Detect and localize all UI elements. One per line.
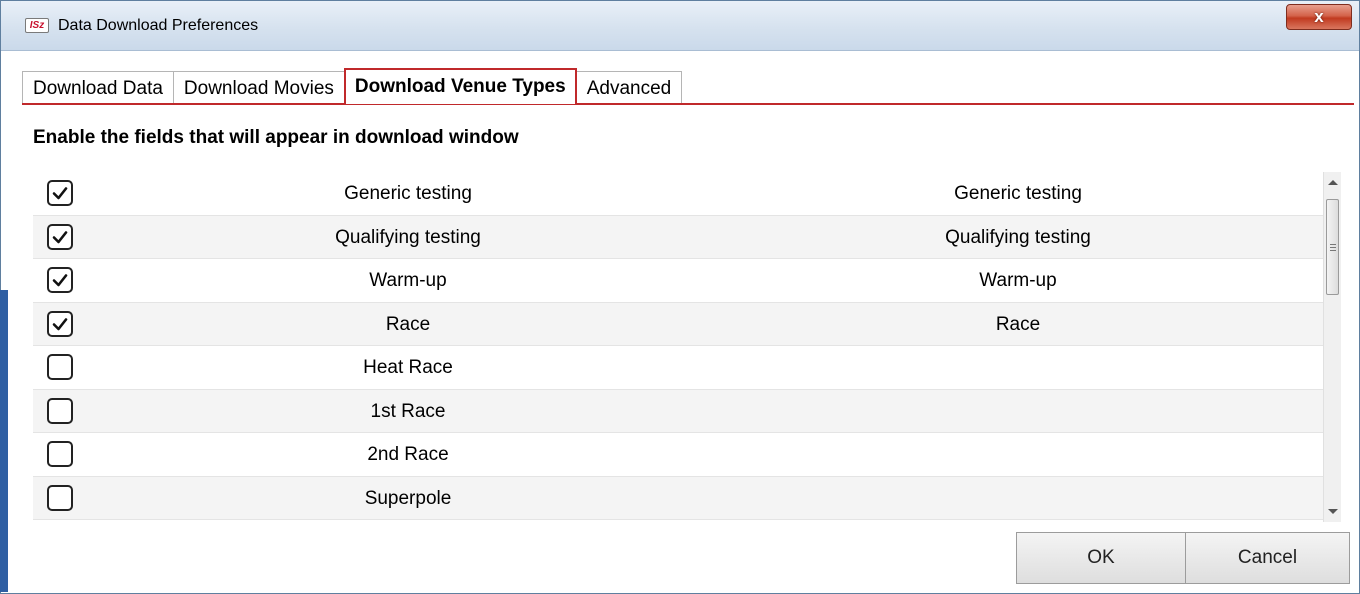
- venue-type-name: 1st Race: [370, 400, 446, 422]
- window-title: Data Download Preferences: [58, 17, 259, 34]
- title-bar[interactable]: ISz Data Download Preferences x: [1, 1, 1359, 51]
- venue-type-display-name[interactable]: Qualifying testing: [813, 216, 1223, 259]
- cancel-button[interactable]: Cancel: [1185, 532, 1350, 584]
- list-item: 1st Race: [33, 389, 1323, 433]
- venue-type-checkbox[interactable]: [47, 441, 73, 467]
- venue-type-checkbox[interactable]: [47, 223, 73, 250]
- venue-type-name: Heat Race: [363, 357, 453, 378]
- checkmark-icon: [52, 187, 68, 200]
- tab-strip: Download Data Download Movies Download V…: [22, 68, 683, 104]
- venue-type-display-name[interactable]: [813, 477, 1223, 520]
- tab-download-data[interactable]: Download Data: [22, 71, 174, 104]
- venue-type-display-name[interactable]: [813, 346, 1223, 389]
- list-scrollbar[interactable]: [1323, 172, 1341, 522]
- close-button[interactable]: x: [1286, 4, 1352, 30]
- tab-underline: [22, 103, 1354, 105]
- section-heading: Enable the fields that will appear in do…: [33, 127, 519, 148]
- venue-type-checkbox[interactable]: [47, 267, 73, 293]
- checkmark-icon: [52, 230, 68, 243]
- venue-type-name: Race: [385, 313, 431, 335]
- venue-type-name: Generic testing: [344, 183, 472, 204]
- list-item: Superpole: [33, 476, 1323, 520]
- venue-type-display-name[interactable]: [813, 390, 1223, 433]
- list-item: Race Race: [33, 302, 1323, 346]
- venue-type-display-name[interactable]: Race: [813, 303, 1223, 346]
- venue-type-checkbox[interactable]: [47, 354, 73, 380]
- tab-download-movies[interactable]: Download Movies: [172, 71, 345, 104]
- app-logo-icon: ISz: [25, 18, 49, 33]
- list-item: Heat Race: [33, 346, 1323, 390]
- venue-type-checkbox[interactable]: [47, 310, 73, 337]
- scroll-up-arrow-icon[interactable]: [1328, 180, 1338, 185]
- venue-type-checkbox[interactable]: [47, 484, 73, 511]
- window-frame-edge: [0, 290, 8, 592]
- venue-type-checkbox[interactable]: [47, 397, 73, 424]
- venue-type-name: Qualifying testing: [335, 226, 481, 248]
- list-item: Generic testing Generic testing: [33, 172, 1323, 216]
- venue-type-list: Generic testing Generic testing Qualifyi…: [33, 172, 1323, 522]
- venue-type-checkbox[interactable]: [47, 180, 73, 206]
- grip-icon: [1330, 244, 1336, 251]
- ok-button[interactable]: OK: [1016, 532, 1186, 584]
- venue-type-display-name[interactable]: [813, 433, 1223, 476]
- list-item: Qualifying testing Qualifying testing: [33, 215, 1323, 259]
- tab-download-venue-types[interactable]: Download Venue Types: [343, 68, 577, 104]
- checkmark-icon: [52, 317, 68, 330]
- venue-type-name: Warm-up: [369, 270, 447, 291]
- scroll-down-arrow-icon[interactable]: [1328, 509, 1338, 514]
- list-item: 2nd Race: [33, 433, 1323, 477]
- tab-advanced[interactable]: Advanced: [575, 71, 683, 104]
- venue-type-display-name[interactable]: Generic testing: [813, 172, 1223, 215]
- venue-type-name: Superpole: [364, 487, 452, 509]
- checkmark-icon: [52, 274, 68, 287]
- venue-type-display-name[interactable]: Warm-up: [813, 259, 1223, 302]
- list-item: Warm-up Warm-up: [33, 259, 1323, 303]
- app-logo-text: ISz: [29, 19, 45, 31]
- scroll-thumb[interactable]: [1326, 199, 1339, 295]
- venue-type-name: 2nd Race: [367, 444, 449, 465]
